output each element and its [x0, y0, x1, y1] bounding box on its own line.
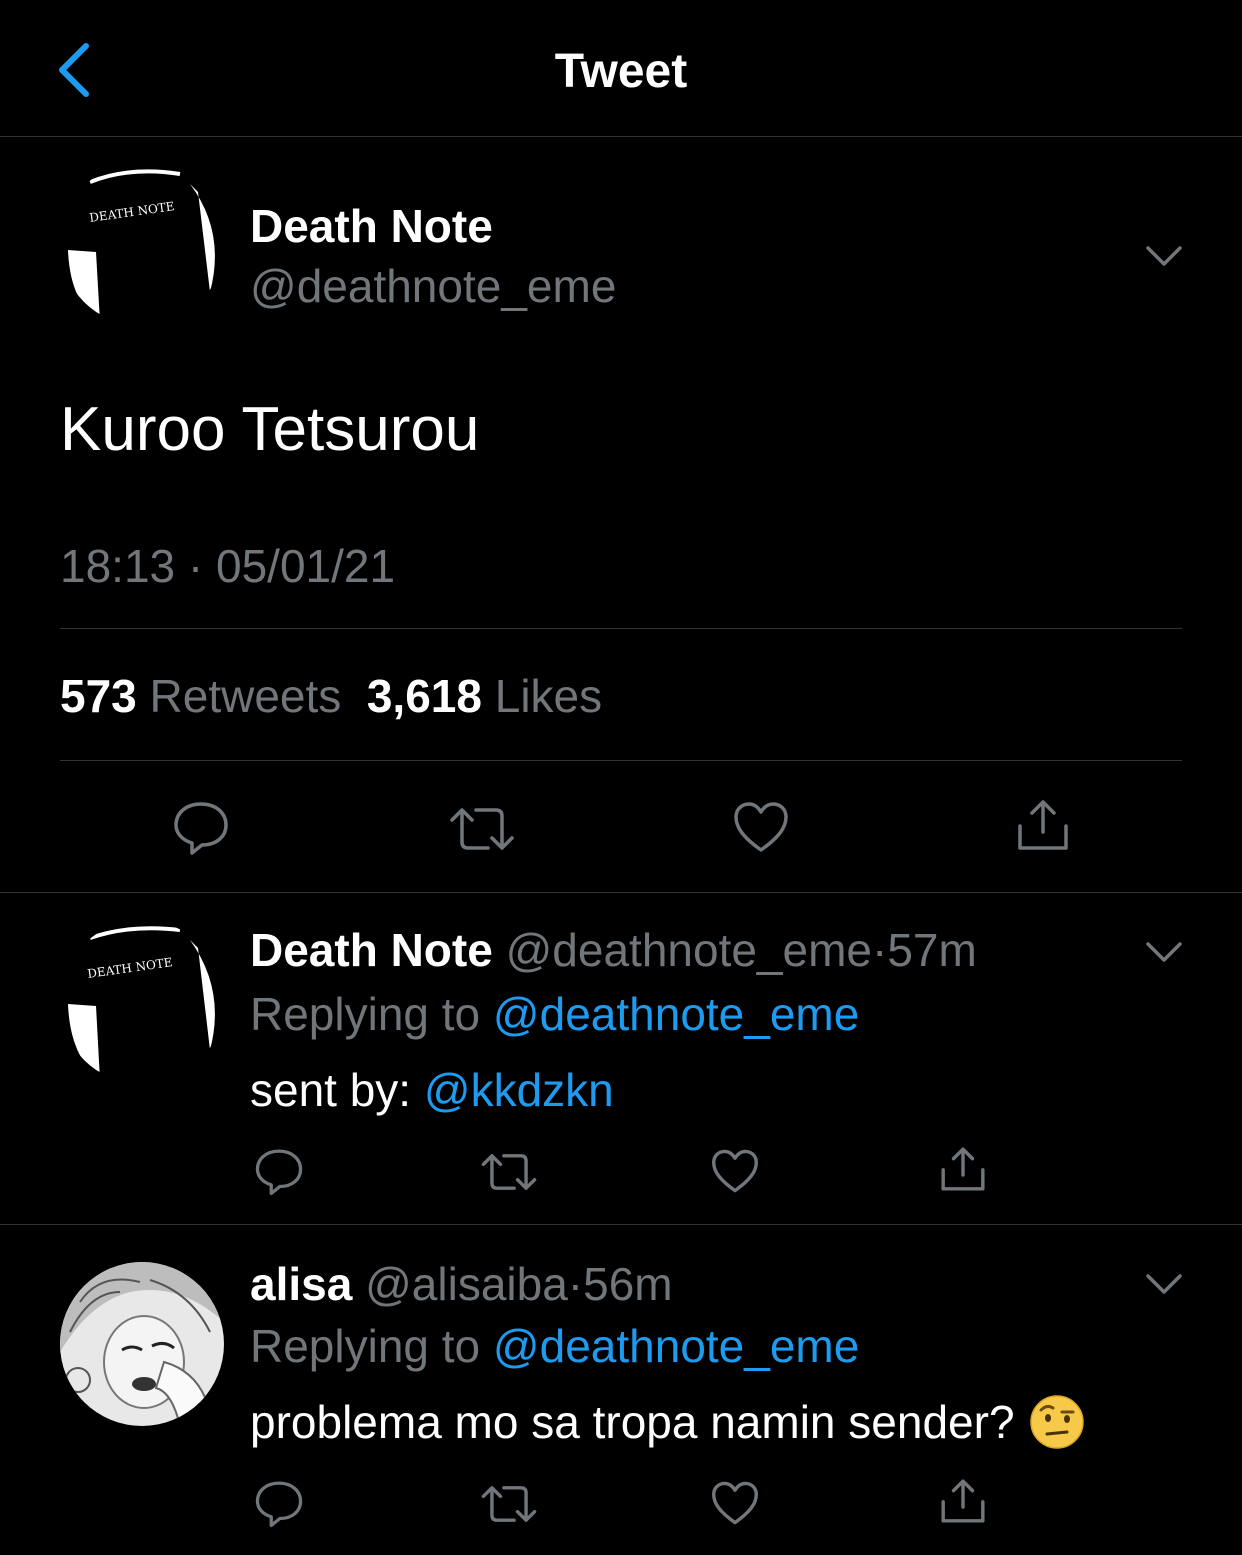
reply-time[interactable]: 57m	[887, 924, 976, 976]
reply-header: alisa @alisaiba·56m	[250, 1256, 673, 1312]
author-name[interactable]: Death Note	[250, 924, 493, 976]
reply-icon[interactable]	[254, 1478, 304, 1528]
reply-text-body: problema mo sa tropa namin sender?	[250, 1396, 1015, 1448]
divider	[60, 628, 1182, 629]
replying-to: Replying to @deathnote_eme	[250, 986, 859, 1042]
caret-down-icon[interactable]	[1144, 940, 1184, 964]
tweet-text: Kuroo Tetsurou	[60, 395, 480, 464]
mention-link[interactable]: @kkdzkn	[424, 1064, 614, 1116]
separator-dot: ·	[872, 924, 888, 976]
divider	[0, 892, 1242, 893]
replying-to-link[interactable]: @deathnote_eme	[493, 1320, 859, 1372]
like-icon[interactable]	[732, 800, 790, 854]
author-handle[interactable]: @alisaiba	[365, 1258, 568, 1310]
author-handle[interactable]: @deathnote_eme	[506, 924, 872, 976]
retweet-icon[interactable]	[448, 806, 516, 852]
share-icon[interactable]	[938, 1476, 988, 1526]
share-icon[interactable]	[938, 1144, 988, 1194]
likes-count[interactable]: 3,618	[367, 670, 482, 722]
replying-to-label: Replying to	[250, 988, 481, 1040]
replying-to: Replying to @deathnote_eme	[250, 1318, 859, 1374]
divider	[60, 760, 1182, 761]
caret-down-icon[interactable]	[1144, 1272, 1184, 1296]
separator-dot: ·	[567, 1258, 584, 1310]
author-handle[interactable]: @deathnote_eme	[250, 258, 616, 314]
page-title: Tweet	[554, 45, 688, 98]
avatar[interactable]: DEATH NOTE	[60, 162, 224, 326]
raised-eyebrow-emoji-icon	[1029, 1394, 1085, 1450]
author-name[interactable]: alisa	[250, 1258, 352, 1310]
like-icon[interactable]	[710, 1480, 760, 1526]
divider	[0, 1224, 1242, 1225]
reply-icon[interactable]	[254, 1146, 304, 1196]
like-icon[interactable]	[710, 1148, 760, 1194]
reply-text-prefix: sent by:	[250, 1064, 412, 1116]
retweets-count[interactable]: 573	[60, 670, 137, 722]
caret-down-icon[interactable]	[1144, 244, 1184, 268]
reply-time[interactable]: 56m	[583, 1258, 672, 1310]
reply-icon[interactable]	[172, 798, 230, 856]
share-icon[interactable]	[1014, 796, 1072, 854]
retweet-icon[interactable]	[480, 1484, 538, 1524]
retweet-icon[interactable]	[480, 1152, 538, 1192]
header-divider	[0, 136, 1242, 137]
tweet-stats: 573 Retweets 3,618 Likes	[60, 668, 602, 724]
reply-text: problema mo sa tropa namin sender?	[250, 1394, 1085, 1450]
reply-header: Death Note @deathnote_eme·57m	[250, 922, 977, 978]
retweets-label[interactable]: Retweets	[150, 670, 342, 722]
avatar[interactable]	[60, 1262, 224, 1426]
avatar[interactable]: DEATH NOTE	[60, 920, 224, 1084]
reply-text: sent by: @kkdzkn	[250, 1062, 614, 1118]
replying-to-label: Replying to	[250, 1320, 481, 1372]
author-name[interactable]: Death Note	[250, 198, 493, 254]
tweet-timestamp[interactable]: 18:13 · 05/01/21	[60, 538, 395, 594]
replying-to-link[interactable]: @deathnote_eme	[493, 988, 859, 1040]
likes-label[interactable]: Likes	[495, 670, 602, 722]
